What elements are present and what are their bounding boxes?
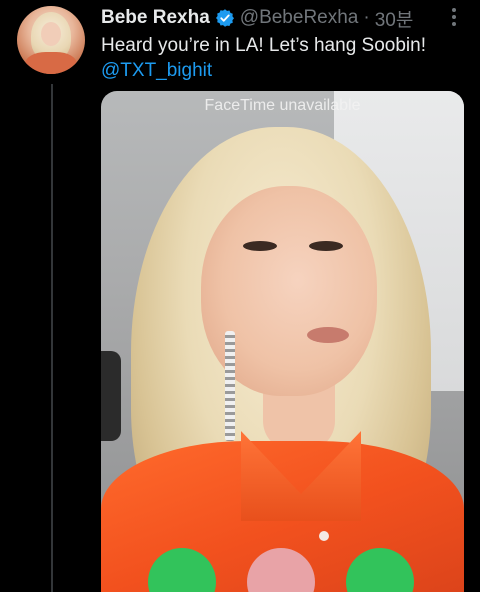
tweet-text: Heard you’re in LA! Let’s hang Soobin! @… bbox=[101, 33, 461, 83]
thread-line bbox=[51, 84, 53, 592]
facetime-status-label: FaceTime unavailable bbox=[204, 97, 361, 114]
verified-badge-icon bbox=[215, 9, 234, 27]
avatar[interactable] bbox=[17, 6, 85, 74]
more-options-icon[interactable] bbox=[446, 6, 462, 28]
timestamp[interactable]: 30분 bbox=[375, 5, 414, 32]
separator-dot: · bbox=[363, 7, 370, 28]
author-name[interactable]: Bebe Rexha bbox=[101, 7, 210, 29]
tweet-media-image[interactable]: FaceTime unavailable bbox=[101, 91, 464, 592]
mention-link[interactable]: @TXT_bighit bbox=[101, 58, 461, 83]
author-handle[interactable]: @BebeRexha bbox=[240, 7, 359, 29]
tweet-header: Bebe Rexha @BebeRexha · 30분 bbox=[101, 5, 414, 32]
tweet-text-line: Heard you’re in LA! Let’s hang Soobin! bbox=[101, 35, 426, 56]
